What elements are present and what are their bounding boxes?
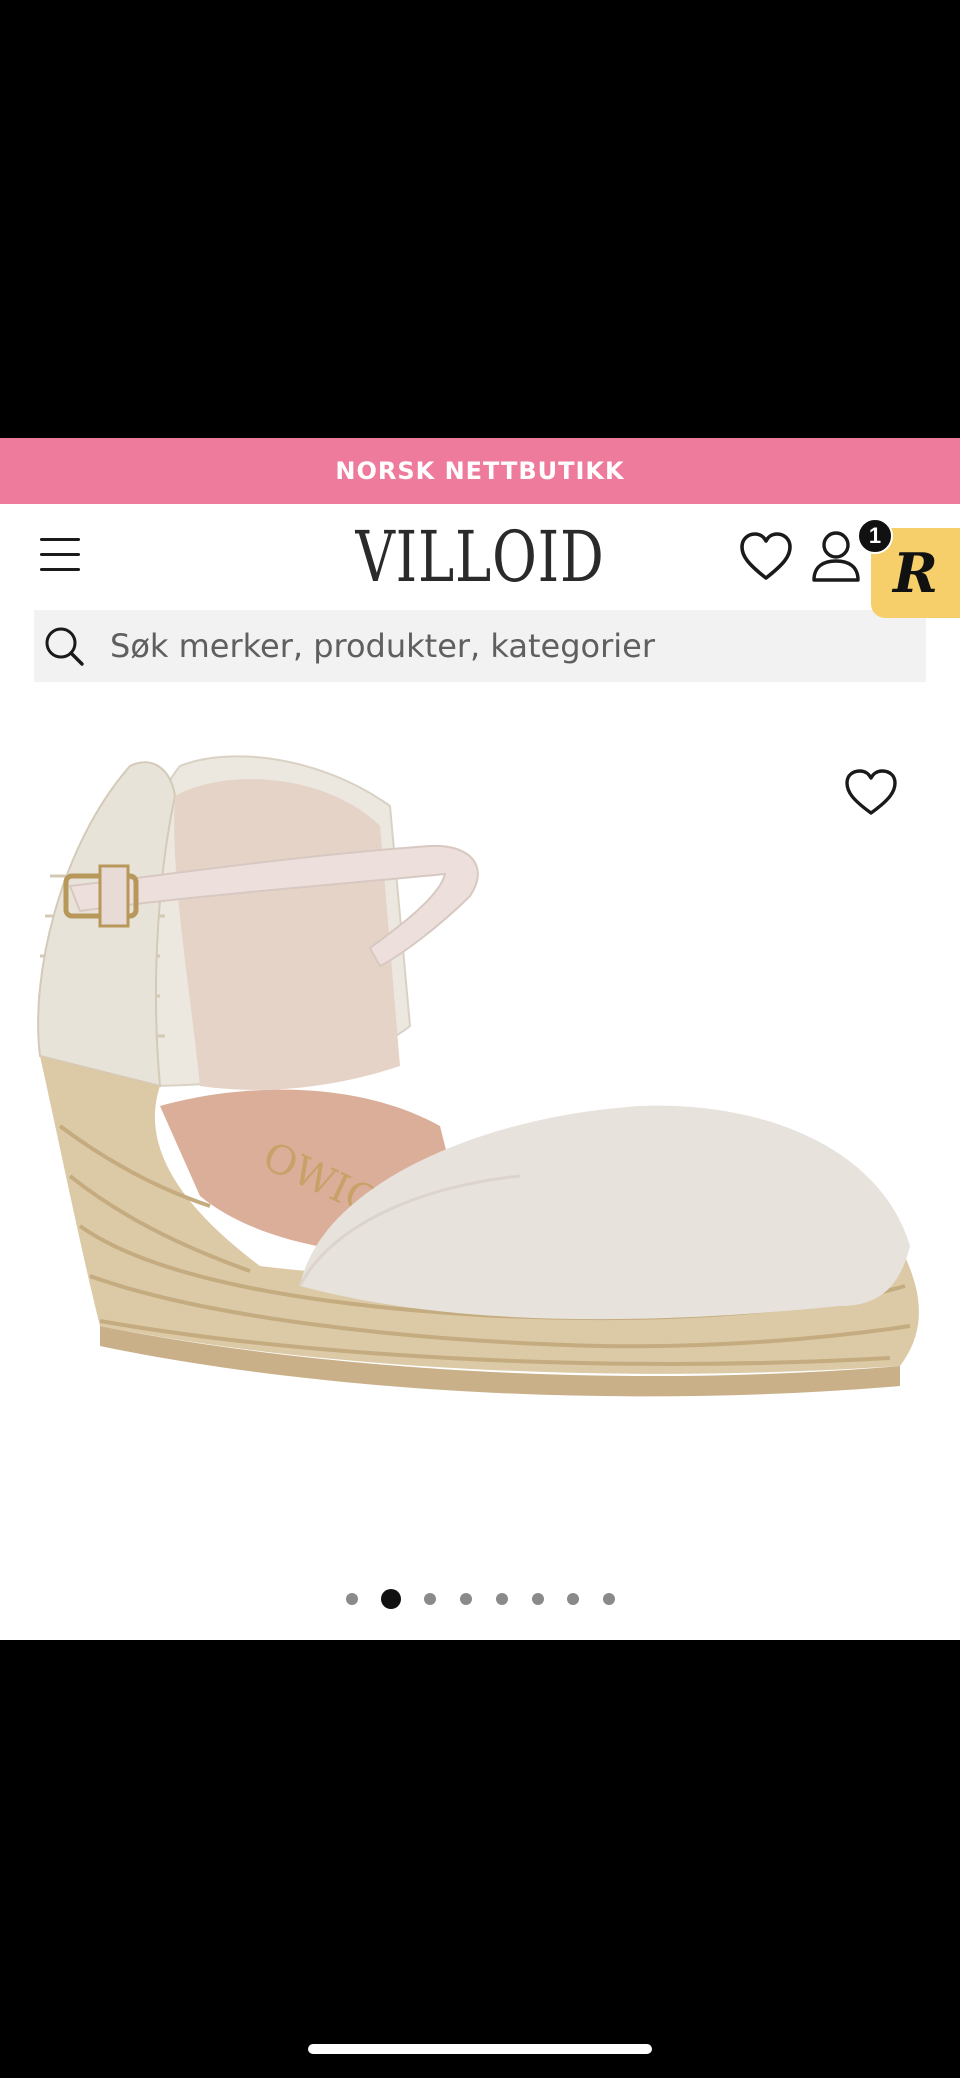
site-header: VILLOID 1 R [0,504,960,618]
cart-count-badge[interactable]: 1 [857,518,893,554]
carousel-dot[interactable] [496,1593,508,1605]
product-image[interactable]: OWIO [0,726,960,1576]
rewards-badge-letter: R [893,541,938,605]
menu-button[interactable] [36,530,86,580]
carousel-dot[interactable] [424,1593,436,1605]
carousel-dot-active[interactable] [381,1589,401,1609]
search-bar[interactable] [34,610,926,682]
search-icon [45,627,84,666]
carousel-dot[interactable] [567,1593,579,1605]
search-input[interactable] [110,610,910,682]
wishlist-button[interactable] [738,530,794,584]
carousel-dot[interactable] [603,1593,615,1605]
carousel-dot[interactable] [460,1593,472,1605]
promo-text: NORSK NETTBUTIKK [335,457,625,485]
page: VILLOID 1 R Søk merker, produkter, kateg… [0,504,960,1640]
heart-icon [740,532,792,580]
home-indicator[interactable] [308,2044,652,2054]
carousel-dots [0,1584,960,1614]
hamburger-menu-icon [40,538,80,541]
favorite-button[interactable] [842,766,900,820]
carousel-dot[interactable] [346,1593,358,1605]
top-black-area [0,0,960,438]
user-icon [812,531,860,582]
heart-outline-icon [845,769,897,815]
bottom-black-area [0,1640,960,2078]
site-logo[interactable]: VILLOID [355,514,603,600]
promo-banner: NORSK NETTBUTIKK [0,438,960,504]
carousel-dot[interactable] [532,1593,544,1605]
account-button[interactable] [808,528,864,586]
